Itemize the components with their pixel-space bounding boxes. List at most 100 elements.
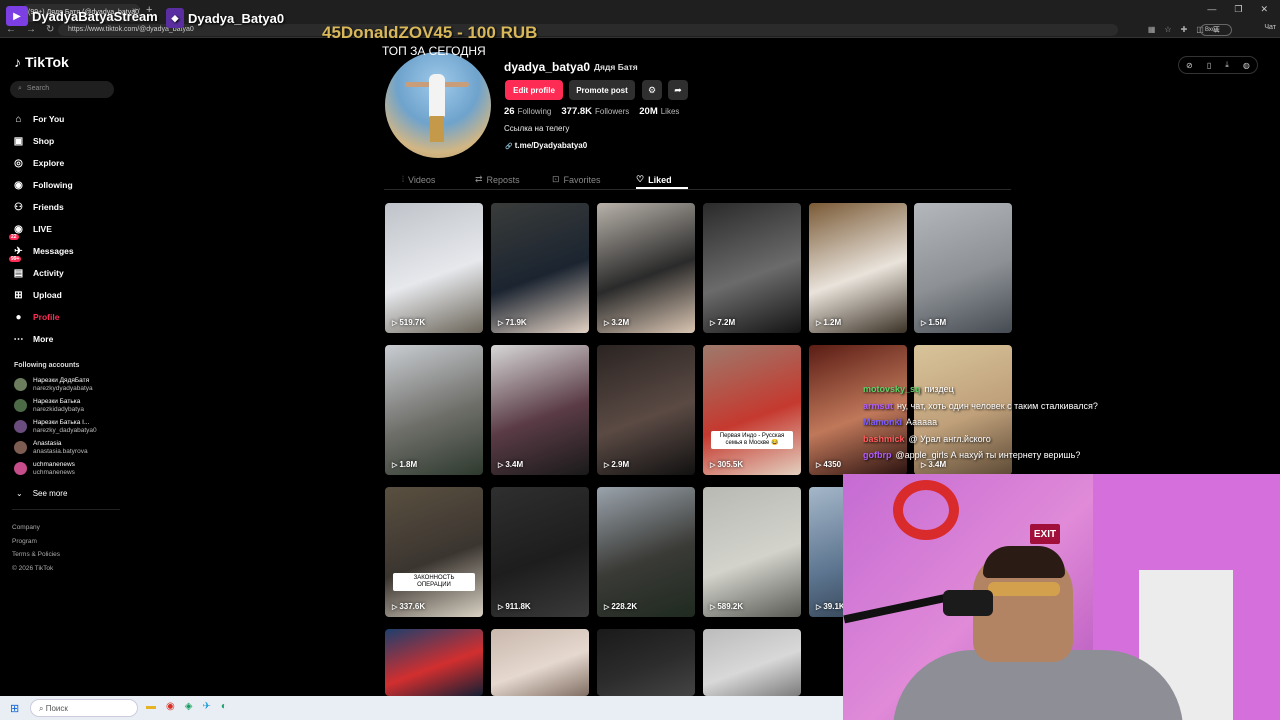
- following-stat[interactable]: 26 Following: [504, 106, 551, 117]
- tiktok-note-icon: ♪: [14, 54, 21, 70]
- see-more-button[interactable]: ⌄ See more: [16, 489, 67, 498]
- search-input[interactable]: ⌕ Search: [10, 81, 114, 98]
- taskbar-search[interactable]: ⌕ Поиск: [30, 699, 138, 717]
- taskbar-search-placeholder: Поиск: [45, 704, 68, 713]
- sidebar-item-for-you[interactable]: ⌂ For You: [12, 108, 74, 130]
- likes-count: 20M: [639, 106, 658, 117]
- video-thumbnail[interactable]: [703, 629, 801, 696]
- sidebar-item-label: Activity: [33, 268, 64, 278]
- sidebar-nav: ⌂ For You ▣ Shop ◎ Explore ◉ Following ⚇ Friends ◉…: [9, 108, 74, 350]
- stream-channel-name: DyadyaBatyaStream: [32, 8, 158, 24]
- tiktok-logo[interactable]: ♪ TikTok: [14, 54, 69, 70]
- video-view-count: 4350: [816, 460, 841, 469]
- edit-profile-button[interactable]: Edit profile: [505, 80, 563, 100]
- coin-icon[interactable]: ⊘: [1186, 61, 1193, 70]
- sidebar-item-explore[interactable]: ◎ Explore: [12, 152, 74, 174]
- webcam-hair: [983, 546, 1065, 578]
- chat-button[interactable]: Чат: [1264, 24, 1276, 31]
- sidebar-item-following[interactable]: ◉ Following: [12, 174, 74, 196]
- videos-tab-icon: ⦙: [402, 174, 405, 184]
- shop-icon: ▣: [13, 135, 24, 147]
- video-thumbnail[interactable]: 1.2M: [809, 203, 907, 333]
- liked-tab-icon: ♡: [636, 174, 645, 184]
- share-icon[interactable]: ➦: [668, 80, 688, 100]
- video-thumbnail[interactable]: 3.2M: [597, 203, 695, 333]
- video-view-count: 305.5K: [710, 460, 743, 469]
- file-explorer-icon[interactable]: ▬: [146, 701, 156, 712]
- download-icon[interactable]: ⤓: [1225, 60, 1229, 70]
- video-thumbnail[interactable]: 228.2K: [597, 487, 695, 617]
- sidebar-item-activity[interactable]: 99+ ▤ Activity: [9, 256, 74, 284]
- windows-start-icon[interactable]: ⊞: [10, 702, 19, 715]
- tab-favorites[interactable]: ⊡ Favorites: [552, 174, 601, 185]
- tab-reposts[interactable]: ⇄ Reposts: [475, 174, 520, 185]
- video-thumbnail[interactable]: 7.2M: [703, 203, 801, 333]
- video-thumbnail[interactable]: ЗАКОННОСТЬ ОПЕРАЦИИ 337.6K: [385, 487, 483, 617]
- notification-badge: 99+: [9, 256, 22, 262]
- video-thumbnail[interactable]: 519.7K: [385, 203, 483, 333]
- tab-videos[interactable]: ⦙ Videos: [402, 174, 435, 185]
- footer-terms[interactable]: Terms & Policies: [12, 548, 60, 562]
- sidebar-item-messages[interactable]: 22 ✈ Messages: [9, 234, 74, 262]
- video-thumbnail[interactable]: 589.2K: [703, 487, 801, 617]
- chrome-icon[interactable]: ◉: [166, 701, 175, 712]
- video-thumbnail[interactable]: [385, 629, 483, 696]
- following-account-text: Нарезки Батька I... narezky_dadyabatya0: [33, 419, 97, 435]
- video-thumbnail[interactable]: 71.9K: [491, 203, 589, 333]
- video-thumbnail[interactable]: 1.8M: [385, 345, 483, 475]
- following-account[interactable]: Нарезки Батька I... narezky_dadyabatya0: [14, 416, 97, 437]
- chevron-down-icon: ⌄: [16, 489, 23, 498]
- footer-program[interactable]: Program: [12, 535, 60, 549]
- tab-liked[interactable]: ♡ Liked: [636, 174, 672, 185]
- webcam-wreath: [893, 480, 959, 540]
- account-button[interactable]: Вход: [1200, 24, 1232, 36]
- grid-icon[interactable]: ▦: [1148, 25, 1156, 34]
- sidebar-item-live[interactable]: ◉ LIVE: [12, 218, 74, 240]
- sidebar-item-shop[interactable]: ▣ Shop: [12, 130, 74, 152]
- video-thumbnail[interactable]: 2.9M: [597, 345, 695, 475]
- footer-company[interactable]: Company: [12, 521, 60, 535]
- close-window-button[interactable]: ✕: [1260, 4, 1268, 15]
- video-view-count: 519.7K: [392, 318, 425, 327]
- video-thumbnail[interactable]: [491, 629, 589, 696]
- see-more-label: See more: [32, 489, 68, 498]
- video-thumbnail[interactable]: [597, 629, 695, 696]
- minimize-button[interactable]: —: [1207, 4, 1216, 15]
- sidebar-item-upload[interactable]: ⊞ Upload: [12, 284, 74, 306]
- device-icon[interactable]: ▯: [1207, 61, 1211, 70]
- telegram-icon[interactable]: ✈: [202, 701, 210, 712]
- maximize-button[interactable]: ❐: [1234, 4, 1242, 15]
- app-icon[interactable]: ◈: [185, 701, 193, 712]
- following-account[interactable]: Anastasia anastasia.batyrova: [14, 437, 97, 458]
- video-thumbnail[interactable]: 1.5M: [914, 203, 1012, 333]
- edge-icon[interactable]: ◐: [221, 701, 227, 712]
- following-account-name: Нарезки Батька: [33, 397, 81, 405]
- video-view-count: 3.2M: [604, 318, 629, 327]
- window-controls: — ❐ ✕: [1207, 4, 1268, 15]
- user-avatar-icon[interactable]: ◍: [1243, 61, 1250, 70]
- following-account[interactable]: Нарезки ДядяБатя narezkydyadyabatya: [14, 374, 97, 395]
- followers-stat[interactable]: 377.8K Followers: [561, 106, 629, 117]
- sidebar-item-profile[interactable]: ● Profile: [12, 306, 74, 328]
- video-thumbnail[interactable]: 911.8K: [491, 487, 589, 617]
- following-account-name: Anastasia: [33, 439, 62, 447]
- following-account[interactable]: uchmanenews uchmanenews: [14, 458, 97, 479]
- star-icon[interactable]: ☆: [1164, 25, 1171, 34]
- search-placeholder: Search: [26, 85, 50, 92]
- following-account[interactable]: Нарезки Батька narezkidadybatya: [14, 395, 97, 416]
- sidebar-item-more[interactable]: ⋯ More: [12, 328, 74, 350]
- followers-count: 377.8K: [561, 106, 593, 117]
- extension-icon[interactable]: ✚: [1181, 25, 1188, 34]
- video-thumbnail[interactable]: Первая Индо - Русская семья в Москве 😂 30…: [703, 345, 801, 475]
- settings-icon[interactable]: ⚙: [642, 80, 662, 100]
- profile-avatar[interactable]: [385, 52, 491, 158]
- sidebar-item-friends[interactable]: ⚇ Friends: [12, 196, 74, 218]
- video-thumbnail[interactable]: 3.4M: [491, 345, 589, 475]
- profile-link[interactable]: 🔗 t.me/Dyadyabatya0: [505, 141, 587, 150]
- following-account-username: anastasia.batyrova: [33, 447, 88, 455]
- tab-reposts-label: Reposts: [486, 174, 520, 185]
- chat-message: bashmick @ Урал англ.йского: [863, 434, 1163, 451]
- stream-channel-overlay: ▶ DyadyaBatyaStream: [6, 6, 158, 26]
- promote-post-button[interactable]: Promote post: [569, 80, 635, 100]
- following-account-name: Нарезки ДядяБатя: [33, 376, 90, 384]
